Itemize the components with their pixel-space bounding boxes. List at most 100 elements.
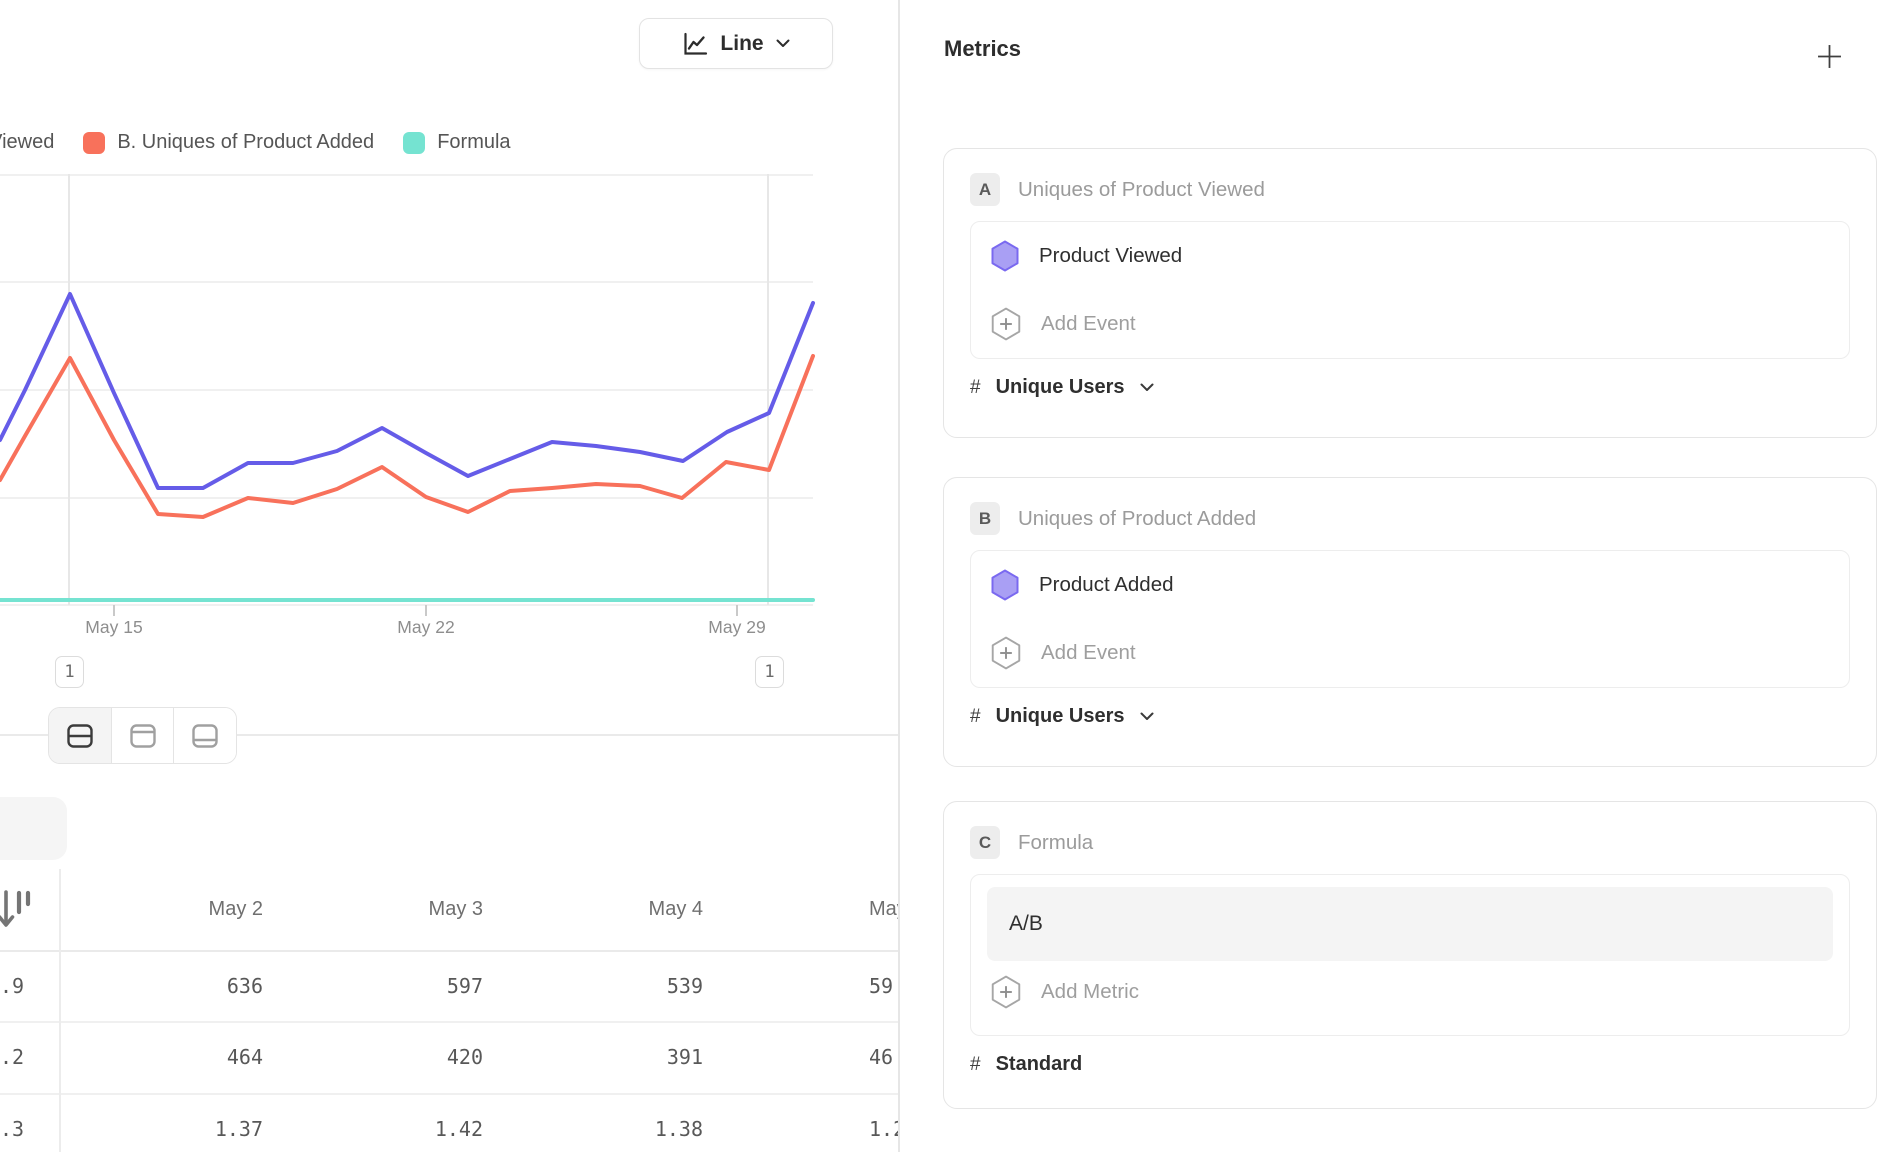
frozen-cell: .2	[0, 1045, 59, 1069]
measurement-selector[interactable]: # Standard	[970, 1053, 1850, 1076]
chevron-down-icon	[1140, 712, 1154, 721]
line-chart-icon	[682, 31, 708, 57]
metric-letter-badge: C	[970, 826, 1000, 859]
legend-item-a[interactable]: A. Uniques of Product Viewed	[0, 131, 54, 154]
metric-card-header: C Formula	[970, 826, 1850, 859]
metric-card-c: C Formula A/B Add Metric # Standard	[943, 801, 1877, 1109]
measurement-label: Standard	[996, 1053, 1083, 1076]
legend-item-c[interactable]: Formula	[403, 131, 510, 154]
column-header[interactable]: May 3	[279, 898, 499, 921]
x-tick-label: May 15	[54, 617, 174, 638]
chart-legend: A. Uniques of Product Viewed B. Uniques …	[0, 131, 511, 154]
number-hash-icon: #	[970, 1054, 981, 1076]
event-name: Product Added	[1039, 573, 1174, 597]
formula-box: A/B Add Metric	[970, 874, 1850, 1036]
legend-swatch-b	[83, 132, 105, 154]
frozen-column-divider	[59, 869, 61, 1152]
table-tab-pill[interactable]	[0, 797, 67, 860]
column-header[interactable]: May 4	[499, 898, 719, 921]
event-row[interactable]: Product Added	[991, 551, 1829, 619]
layout-bottom-panel-button[interactable]	[173, 708, 236, 763]
chevron-down-icon	[776, 39, 790, 48]
frozen-cell: .3	[0, 1117, 59, 1141]
annotation-badge-1[interactable]: 1	[55, 656, 84, 688]
number-hash-icon: #	[970, 377, 981, 399]
legend-label-c: Formula	[437, 131, 510, 154]
bottom-panel-icon	[191, 723, 219, 749]
series-product-viewed-line	[0, 294, 813, 488]
insights-report-screen: Line A. Uniques of Product Viewed B. Uni…	[0, 0, 1898, 1152]
measurement-selector[interactable]: # Unique Users	[970, 705, 1850, 728]
event-box: Product Viewed Add Event	[970, 221, 1850, 359]
metric-title[interactable]: Uniques of Product Viewed	[1018, 178, 1265, 202]
layout-toggle-group	[48, 707, 237, 764]
table-cell-clipped: 1.2	[719, 1117, 898, 1141]
metric-title[interactable]: Formula	[1018, 831, 1093, 855]
legend-swatch-c	[403, 132, 425, 154]
number-hash-icon: #	[970, 706, 981, 728]
legend-label-b: B. Uniques of Product Added	[117, 131, 374, 154]
x-tick-label: May 29	[677, 617, 797, 638]
layout-top-panel-button[interactable]	[111, 708, 174, 763]
event-name: Product Viewed	[1039, 244, 1182, 268]
chevron-down-icon	[1140, 383, 1154, 392]
add-metric-hexagon-plus-icon	[991, 975, 1021, 1009]
table-cell: 539	[499, 974, 719, 998]
metric-card-b: B Uniques of Product Added Product Added…	[943, 477, 1877, 767]
top-panel-icon	[129, 723, 157, 749]
metric-letter-badge: A	[970, 173, 1000, 206]
add-event-row[interactable]: Add Event	[991, 619, 1829, 687]
metric-card-header: A Uniques of Product Viewed	[970, 173, 1850, 206]
event-hexagon-icon	[991, 240, 1019, 272]
line-chart[interactable]	[0, 174, 898, 620]
metric-title[interactable]: Uniques of Product Added	[1018, 507, 1256, 531]
table-cell: 420	[279, 1045, 499, 1069]
chart-type-label: Line	[720, 32, 763, 56]
add-event-label: Add Event	[1041, 641, 1136, 665]
metric-card-a: A Uniques of Product Viewed Product View…	[943, 148, 1877, 438]
table-header-row: May 2 May 3 May 4 May	[0, 869, 898, 950]
measurement-label: Unique Users	[996, 376, 1125, 399]
frozen-cell: .9	[0, 974, 59, 998]
table-cell: 1.37	[59, 1117, 279, 1141]
series-product-added-line	[0, 356, 813, 517]
column-header-clipped[interactable]: May	[719, 898, 898, 921]
legend-label-a: A. Uniques of Product Viewed	[0, 131, 54, 154]
table-cell: 391	[499, 1045, 719, 1069]
panel-title: Metrics	[944, 36, 1021, 62]
metrics-panel: Metrics A Uniques of Product Viewed Prod…	[898, 0, 1898, 1152]
legend-item-b[interactable]: B. Uniques of Product Added	[83, 131, 374, 154]
add-metric-label: Add Metric	[1041, 980, 1139, 1004]
table-cell-clipped: 59	[719, 974, 898, 998]
split-view-icon	[66, 723, 94, 749]
event-box: Product Added Add Event	[970, 550, 1850, 688]
table-cell: 636	[59, 974, 279, 998]
add-event-row[interactable]: Add Event	[991, 290, 1829, 358]
metric-card-header: B Uniques of Product Added	[970, 502, 1850, 535]
event-hexagon-icon	[991, 569, 1019, 601]
table-cell: 1.38	[499, 1117, 719, 1141]
add-event-label: Add Event	[1041, 312, 1136, 336]
column-header[interactable]: May 2	[59, 898, 279, 921]
add-metric-row[interactable]: Add Metric	[987, 961, 1833, 1023]
table-cell: 597	[279, 974, 499, 998]
measurement-selector[interactable]: # Unique Users	[970, 376, 1850, 399]
table-cell-clipped: 46	[719, 1045, 898, 1069]
table-row[interactable]: .2 464 420 391 46	[0, 1021, 898, 1093]
table-row[interactable]: .9 636 597 539 59	[0, 950, 898, 1021]
table-row[interactable]: .3 1.37 1.42 1.38 1.2	[0, 1093, 898, 1152]
event-row[interactable]: Product Viewed	[991, 222, 1829, 290]
measurement-label: Unique Users	[996, 705, 1125, 728]
layout-split-button[interactable]	[49, 708, 111, 763]
results-table: May 2 May 3 May 4 May .9 636 597 539 59 …	[0, 869, 898, 1152]
table-cell: 464	[59, 1045, 279, 1069]
annotation-badge-2[interactable]: 1	[755, 656, 784, 688]
add-metric-plus-icon[interactable]	[1817, 44, 1842, 74]
table-cell: 1.42	[279, 1117, 499, 1141]
formula-input[interactable]: A/B	[987, 887, 1833, 961]
metric-letter-badge: B	[970, 502, 1000, 535]
add-event-hexagon-plus-icon	[991, 636, 1021, 670]
add-event-hexagon-plus-icon	[991, 307, 1021, 341]
x-tick-label: May 22	[366, 617, 486, 638]
chart-type-button[interactable]: Line	[639, 18, 833, 69]
